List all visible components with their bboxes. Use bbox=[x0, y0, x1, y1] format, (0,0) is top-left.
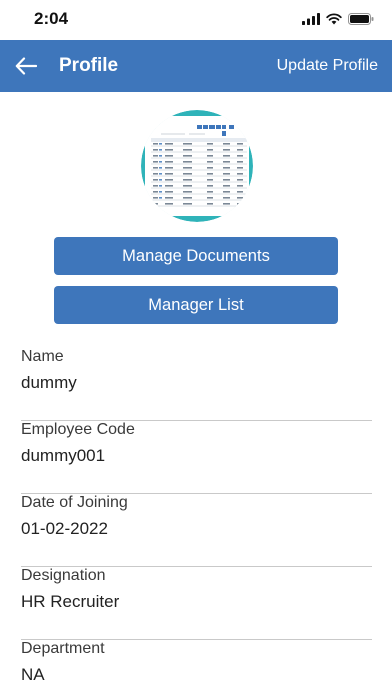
page-title: Profile bbox=[59, 55, 119, 76]
app-bar: Profile Update Profile bbox=[0, 40, 392, 92]
status-icons bbox=[302, 11, 374, 27]
manage-documents-button[interactable]: Manage Documents bbox=[54, 237, 338, 275]
profile-photo-image bbox=[145, 116, 249, 216]
field-value: dummy bbox=[21, 373, 77, 392]
date-of-joining-field: Date of Joining 01-02-2022 bbox=[21, 494, 372, 567]
field-label: Designation bbox=[21, 567, 106, 584]
field-value: 01-02-2022 bbox=[21, 519, 108, 538]
back-button[interactable] bbox=[8, 48, 44, 84]
field-value: HR Recruiter bbox=[21, 592, 120, 611]
name-field: Name dummy bbox=[21, 348, 372, 421]
field-label: Name bbox=[21, 348, 64, 365]
avatar[interactable] bbox=[141, 110, 253, 222]
field-label: Date of Joining bbox=[21, 494, 128, 511]
status-bar: 2:04 bbox=[0, 0, 392, 40]
signal-icon bbox=[302, 13, 320, 25]
status-time: 2:04 bbox=[34, 9, 69, 28]
field-value: NA bbox=[21, 665, 45, 684]
battery-icon bbox=[348, 13, 374, 25]
update-profile-button[interactable]: Update Profile bbox=[277, 57, 378, 75]
wifi-icon bbox=[326, 13, 342, 25]
field-label: Employee Code bbox=[21, 421, 135, 438]
back-arrow-icon bbox=[15, 57, 37, 75]
field-label: Department bbox=[21, 640, 105, 657]
field-value: dummy001 bbox=[21, 446, 106, 465]
employee-code-field: Employee Code dummy001 bbox=[21, 421, 372, 494]
manager-list-button[interactable]: Manager List bbox=[54, 286, 338, 324]
designation-field: Designation HR Recruiter bbox=[21, 567, 372, 640]
department-field: Department NA bbox=[21, 640, 372, 694]
